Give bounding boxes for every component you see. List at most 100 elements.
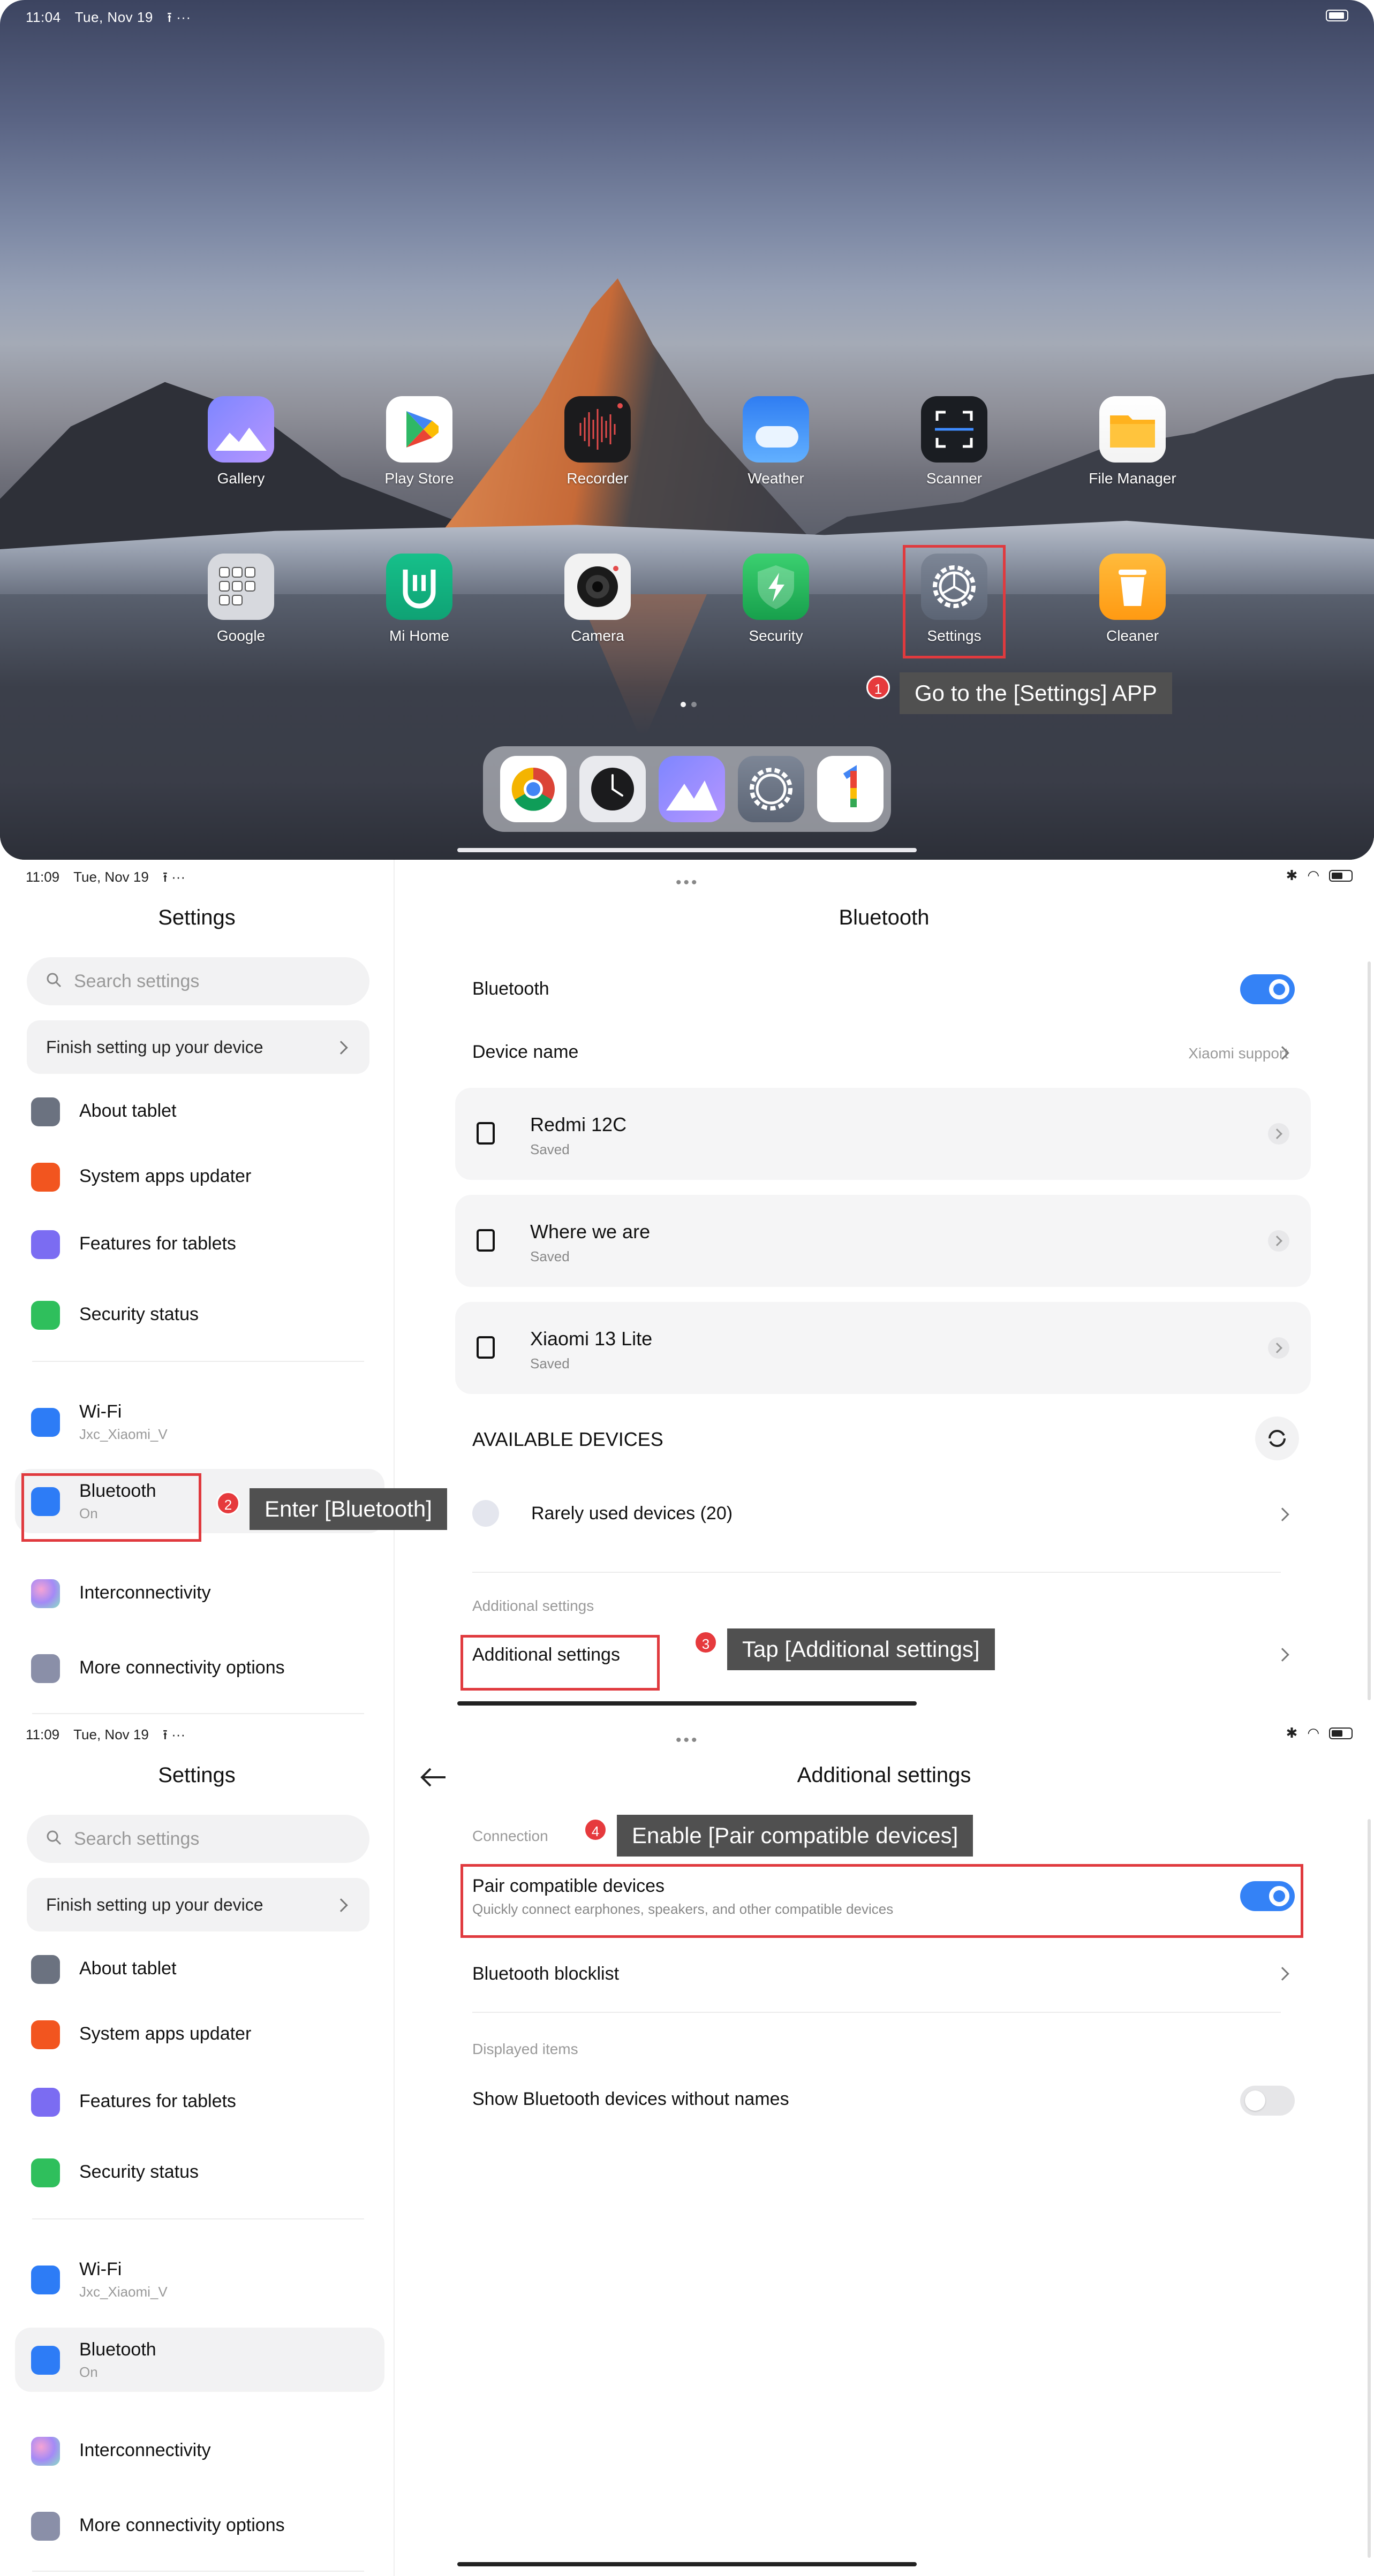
search-icon — [47, 1830, 62, 1845]
device-name: Where we are — [530, 1221, 651, 1242]
status-time: 11:04 — [26, 9, 61, 25]
page-indicator — [678, 700, 699, 710]
app-security[interactable]: Security — [709, 554, 843, 645]
app-play-store[interactable]: Play Store — [352, 396, 486, 487]
app-label: Gallery — [217, 470, 265, 487]
gallery-icon[interactable] — [659, 756, 725, 822]
sidebar-item-security-status[interactable]: Security status — [15, 1283, 384, 1347]
sidebar-item-label: Security status — [79, 1304, 199, 1324]
app-scanner[interactable]: Scanner — [887, 396, 1021, 487]
shield-check-icon — [31, 2158, 60, 2187]
show-nameless-devices-row[interactable]: Show Bluetooth devices without names — [472, 2089, 1281, 2110]
sidebar-divider — [32, 1361, 364, 1362]
step-4-label: Enable [Pair compatible devices] — [617, 1815, 973, 1857]
app-google-folder[interactable]: Google — [174, 554, 308, 645]
device-details-button[interactable] — [1268, 1230, 1289, 1252]
sidebar-item-label: System apps updater — [79, 2024, 252, 2044]
scrollbar[interactable] — [1368, 961, 1371, 1700]
bluetooth-toggle-row[interactable]: Bluetooth — [472, 979, 1281, 999]
gallery-icon — [208, 396, 274, 463]
sidebar-item-features-for-tablets[interactable]: Features for tablets — [15, 2070, 384, 2134]
search-input[interactable] — [74, 1815, 352, 1863]
phone-icon — [477, 1336, 495, 1359]
sidebar-title: Settings — [158, 1763, 236, 1787]
clock-icon[interactable] — [579, 756, 646, 822]
sidebar-item-features-for-tablets[interactable]: Features for tablets — [15, 1212, 384, 1276]
search-field[interactable] — [27, 1815, 369, 1863]
search-icon — [47, 973, 62, 988]
sidebar-item-label: Features for tablets — [79, 2091, 236, 2111]
search-input[interactable] — [74, 957, 352, 1005]
google-one-icon[interactable] — [817, 756, 884, 822]
finish-setup-card[interactable]: Finish setting up your device — [27, 1020, 369, 1074]
sidebar-item-about-tablet[interactable]: About tablet — [15, 1079, 384, 1143]
app-recorder[interactable]: Recorder — [531, 396, 665, 487]
home-indicator-bar[interactable] — [457, 1701, 917, 1706]
home-indicator-bar[interactable] — [457, 848, 917, 852]
refresh-icon[interactable] — [1255, 1416, 1299, 1460]
sidebar-divider — [32, 1713, 364, 1714]
home-indicator-bar[interactable] — [457, 2562, 917, 2566]
bluetooth-blocklist-row[interactable]: Bluetooth blocklist — [472, 1964, 1281, 1984]
device-name-label: Device name — [472, 1042, 579, 1062]
section-divider — [472, 2012, 1281, 2013]
search-field[interactable] — [27, 957, 369, 1005]
device-name-row[interactable]: Device name — [472, 1042, 1281, 1063]
rarely-used-label: Rarely used devices (20) — [531, 1503, 733, 1524]
app-file-manager[interactable]: File Manager — [1066, 396, 1199, 487]
app-label: Security — [749, 627, 803, 644]
sidebar-item-interconnectivity[interactable]: Interconnectivity — [15, 1561, 384, 1625]
app-label: Scanner — [926, 470, 983, 487]
sidebar-item-bluetooth[interactable]: Bluetooth On — [15, 2328, 384, 2392]
sidebar-item-about-tablet[interactable]: About tablet — [15, 1937, 384, 2001]
interconnectivity-icon — [31, 2437, 60, 2466]
app-weather[interactable]: Weather — [709, 396, 843, 487]
app-label: Weather — [748, 470, 804, 487]
device-details-button[interactable] — [1268, 1123, 1289, 1145]
sidebar-item-more-connectivity[interactable]: More connectivity options — [15, 1636, 384, 1700]
sidebar-item-sublabel: Jxc_Xiaomi_V — [79, 1426, 168, 1442]
finish-setup-card[interactable]: Finish setting up your device — [27, 1878, 369, 1931]
sidebar-item-system-apps-updater[interactable]: System apps updater — [15, 1145, 384, 1209]
app-label: File Manager — [1089, 470, 1176, 487]
saved-device-card[interactable]: Redmi 12C Saved — [455, 1088, 1311, 1180]
wifi-icon — [31, 2266, 60, 2294]
bluetooth-toggle[interactable] — [1240, 974, 1295, 1004]
sidebar-item-interconnectivity[interactable]: Interconnectivity — [15, 2419, 384, 2483]
step-3-badge: 3 — [694, 1631, 718, 1654]
sidebar-item-more-connectivity[interactable]: More connectivity options — [15, 2494, 384, 2558]
device-details-button[interactable] — [1268, 1337, 1289, 1359]
rarely-used-row[interactable]: Rarely used devices (20) — [531, 1503, 1227, 1524]
app-camera[interactable]: Camera — [531, 554, 665, 645]
weather-icon — [743, 396, 809, 463]
sidebar-item-label: About tablet — [79, 1101, 177, 1121]
sidebar-item-wifi[interactable]: Wi-Fi Jxc_Xiaomi_V — [15, 2247, 384, 2312]
app-gallery[interactable]: Gallery — [174, 396, 308, 487]
show-nameless-devices-toggle[interactable] — [1240, 2086, 1295, 2116]
page-title: Additional settings — [797, 1763, 971, 1787]
sidebar-item-system-apps-updater[interactable]: System apps updater — [15, 2002, 384, 2066]
app-cleaner[interactable]: Cleaner — [1066, 554, 1199, 645]
scrollbar[interactable] — [1368, 1819, 1371, 2558]
device-status: Saved — [530, 1141, 570, 1157]
sidebar-item-wifi[interactable]: Wi-Fi Jxc_Xiaomi_V — [15, 1390, 384, 1454]
sidebar-item-sublabel: On — [79, 2364, 98, 2380]
saved-device-card[interactable]: Where we are Saved — [455, 1195, 1311, 1287]
step-1-label: Go to the [Settings] APP — [900, 672, 1172, 714]
sidebar-item-label: Bluetooth — [79, 2339, 156, 2360]
sidebar-item-label: Features for tablets — [79, 1233, 236, 1254]
tablet-icon — [31, 1955, 60, 1984]
settings-icon[interactable] — [738, 756, 804, 822]
step-3-label: Tap [Additional settings] — [727, 1628, 995, 1670]
sidebar-title: Settings — [158, 906, 236, 929]
chrome-icon[interactable] — [500, 756, 567, 822]
sidebar-item-security-status[interactable]: Security status — [15, 2140, 384, 2204]
sidebar-item-label: Interconnectivity — [79, 2440, 211, 2460]
saved-device-card[interactable]: Xiaomi 13 Lite Saved — [455, 1302, 1311, 1394]
app-mi-home[interactable]: Mi Home — [352, 554, 486, 645]
device-status: Saved — [530, 1355, 570, 1372]
displayed-items-header: Displayed items — [472, 2041, 578, 2057]
chevron-right-icon — [334, 1898, 348, 1912]
link-icon — [31, 2512, 60, 2541]
file-manager-icon — [1099, 396, 1166, 463]
